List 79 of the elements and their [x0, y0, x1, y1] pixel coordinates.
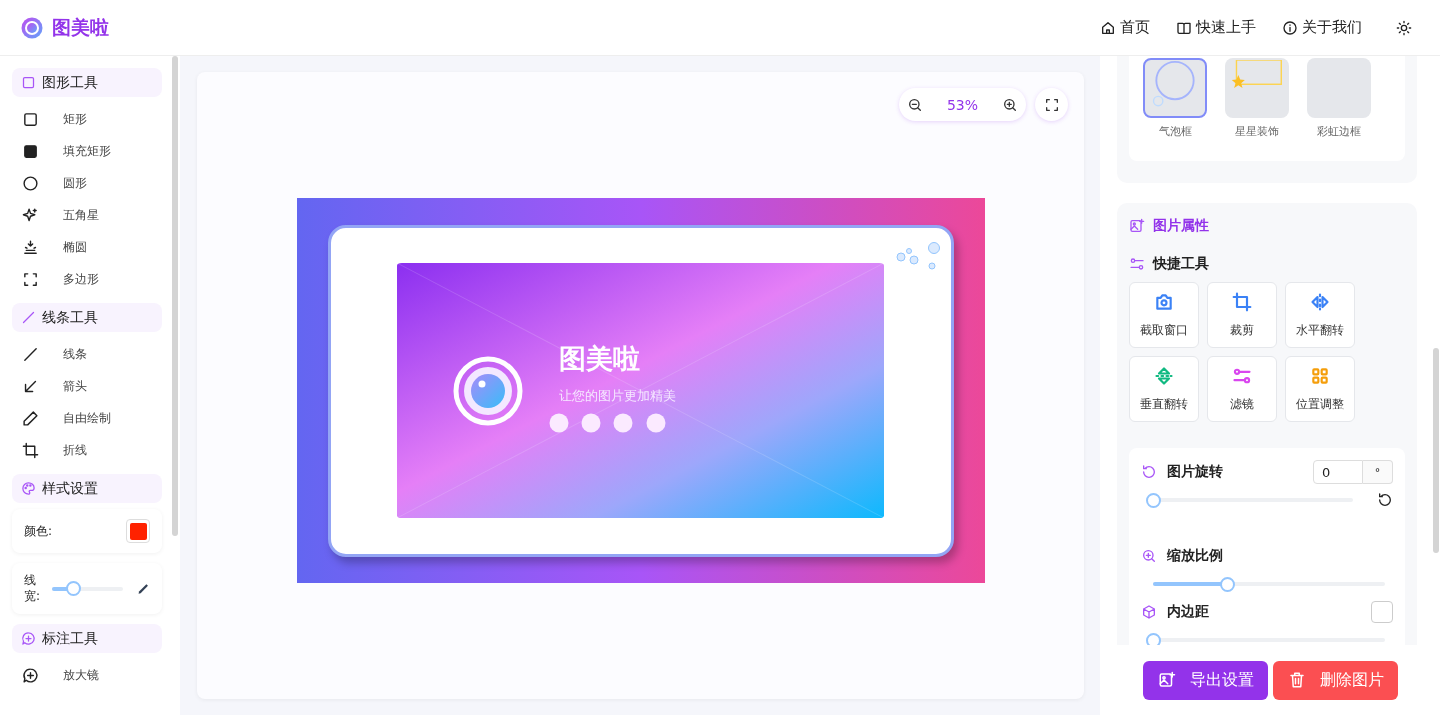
camera-logo-icon — [453, 355, 523, 426]
tool-item[interactable]: 圆形 — [12, 167, 162, 199]
fullscreen-icon — [1043, 96, 1060, 113]
section-title: 标注工具 — [42, 629, 98, 648]
tool-item[interactable]: 自由绘制 — [12, 402, 162, 434]
tool-item[interactable]: 箭头 — [12, 370, 162, 402]
section-title: 图形工具 — [42, 73, 98, 92]
logo-icon — [20, 15, 44, 40]
app-name: 图美啦 — [52, 14, 109, 40]
image-subtitle: 让您的图片更加精美 — [559, 386, 676, 405]
quick-tool-button[interactable]: 滤镜 — [1207, 356, 1277, 422]
pencil-icon — [22, 409, 39, 427]
plus-bubble-icon — [22, 666, 39, 684]
corners-icon — [22, 270, 39, 288]
sliders-icon — [1129, 256, 1145, 272]
tool-item[interactable]: 椭圆 — [12, 231, 162, 263]
info-icon — [1282, 19, 1298, 36]
zoom-out-button[interactable] — [907, 96, 923, 113]
zoom-in-icon — [1141, 548, 1157, 564]
home-icon — [1100, 19, 1116, 36]
line-icon — [22, 345, 39, 363]
tool-item[interactable]: 多边形 — [12, 263, 162, 295]
panel-title-text: 图片属性 — [1153, 217, 1209, 235]
color-swatch[interactable] — [126, 519, 150, 543]
sparkle-icon — [22, 206, 39, 224]
unit-label: ° — [1363, 460, 1393, 484]
tool-item[interactable]: 五角星 — [12, 199, 162, 231]
cube-icon — [1141, 604, 1157, 620]
setting-label: 颜色: — [24, 522, 54, 540]
theme-toggle-button[interactable] — [1396, 19, 1412, 36]
crop-icon — [22, 441, 39, 459]
tool-item[interactable]: 线条 — [12, 338, 162, 370]
plus-bubble-icon — [21, 631, 36, 647]
zoom-value: 53% — [946, 96, 979, 113]
slash-icon — [21, 310, 36, 325]
frame-option[interactable]: 彩虹边框 — [1305, 58, 1373, 139]
setting-label: 线宽: — [24, 573, 38, 605]
circle-icon — [22, 174, 39, 192]
trash-icon — [1287, 671, 1306, 689]
nav-link[interactable]: 关于我们 — [1282, 18, 1362, 37]
quick-tool-button[interactable]: 截取窗口 — [1129, 282, 1199, 348]
square-icon — [21, 75, 36, 90]
zoom-in-button[interactable] — [1002, 96, 1018, 113]
tool-item[interactable]: 放大镜 — [12, 659, 162, 692]
section-title: 样式设置 — [42, 479, 98, 498]
fullscreen-button[interactable] — [1035, 88, 1068, 121]
zoom-out-icon — [907, 96, 923, 113]
frame-option[interactable]: 星星装饰 — [1223, 58, 1291, 139]
quick-tool-button[interactable]: 位置调整 — [1285, 356, 1355, 422]
rotate-icon — [1141, 464, 1157, 480]
tool-item[interactable]: 矩形 — [12, 103, 162, 135]
quick-tool-button[interactable]: 裁剪 — [1207, 282, 1277, 348]
section-title: 快捷工具 — [1153, 255, 1209, 273]
zoom-in-icon — [1002, 96, 1018, 113]
image-plus-icon — [1157, 671, 1176, 689]
tool-item[interactable]: 填充矩形 — [12, 135, 162, 167]
fillrect-icon — [22, 142, 39, 160]
image-plus-icon — [1129, 218, 1145, 234]
frame-option[interactable]: 气泡框 — [1141, 58, 1209, 139]
image-title: 图美啦 — [559, 341, 640, 376]
property-label: 图片旋转 — [1167, 463, 1223, 481]
quick-tool-button[interactable]: 垂直翻转 — [1129, 356, 1199, 422]
nav-link[interactable]: 快速上手 — [1176, 18, 1256, 37]
pen-icon — [137, 581, 150, 596]
nav-link[interactable]: 首页 — [1100, 18, 1150, 37]
rotate-icon — [1377, 492, 1393, 508]
section-title: 线条工具 — [42, 308, 98, 327]
checkbox[interactable] — [1371, 601, 1393, 623]
rect-icon — [22, 110, 39, 128]
rotation-input[interactable]: 0 — [1313, 460, 1363, 484]
property-label: 缩放比例 — [1167, 547, 1223, 565]
palette-icon — [21, 481, 36, 496]
sun-icon — [1396, 19, 1412, 36]
sunset-icon — [22, 238, 39, 256]
reset-button[interactable] — [1377, 492, 1393, 508]
tool-item[interactable]: 折线 — [12, 434, 162, 466]
property-label: 内边距 — [1167, 603, 1209, 621]
quick-tool-button[interactable]: 水平翻转 — [1285, 282, 1355, 348]
export-settings-button[interactable]: 导出设置 — [1143, 660, 1268, 700]
